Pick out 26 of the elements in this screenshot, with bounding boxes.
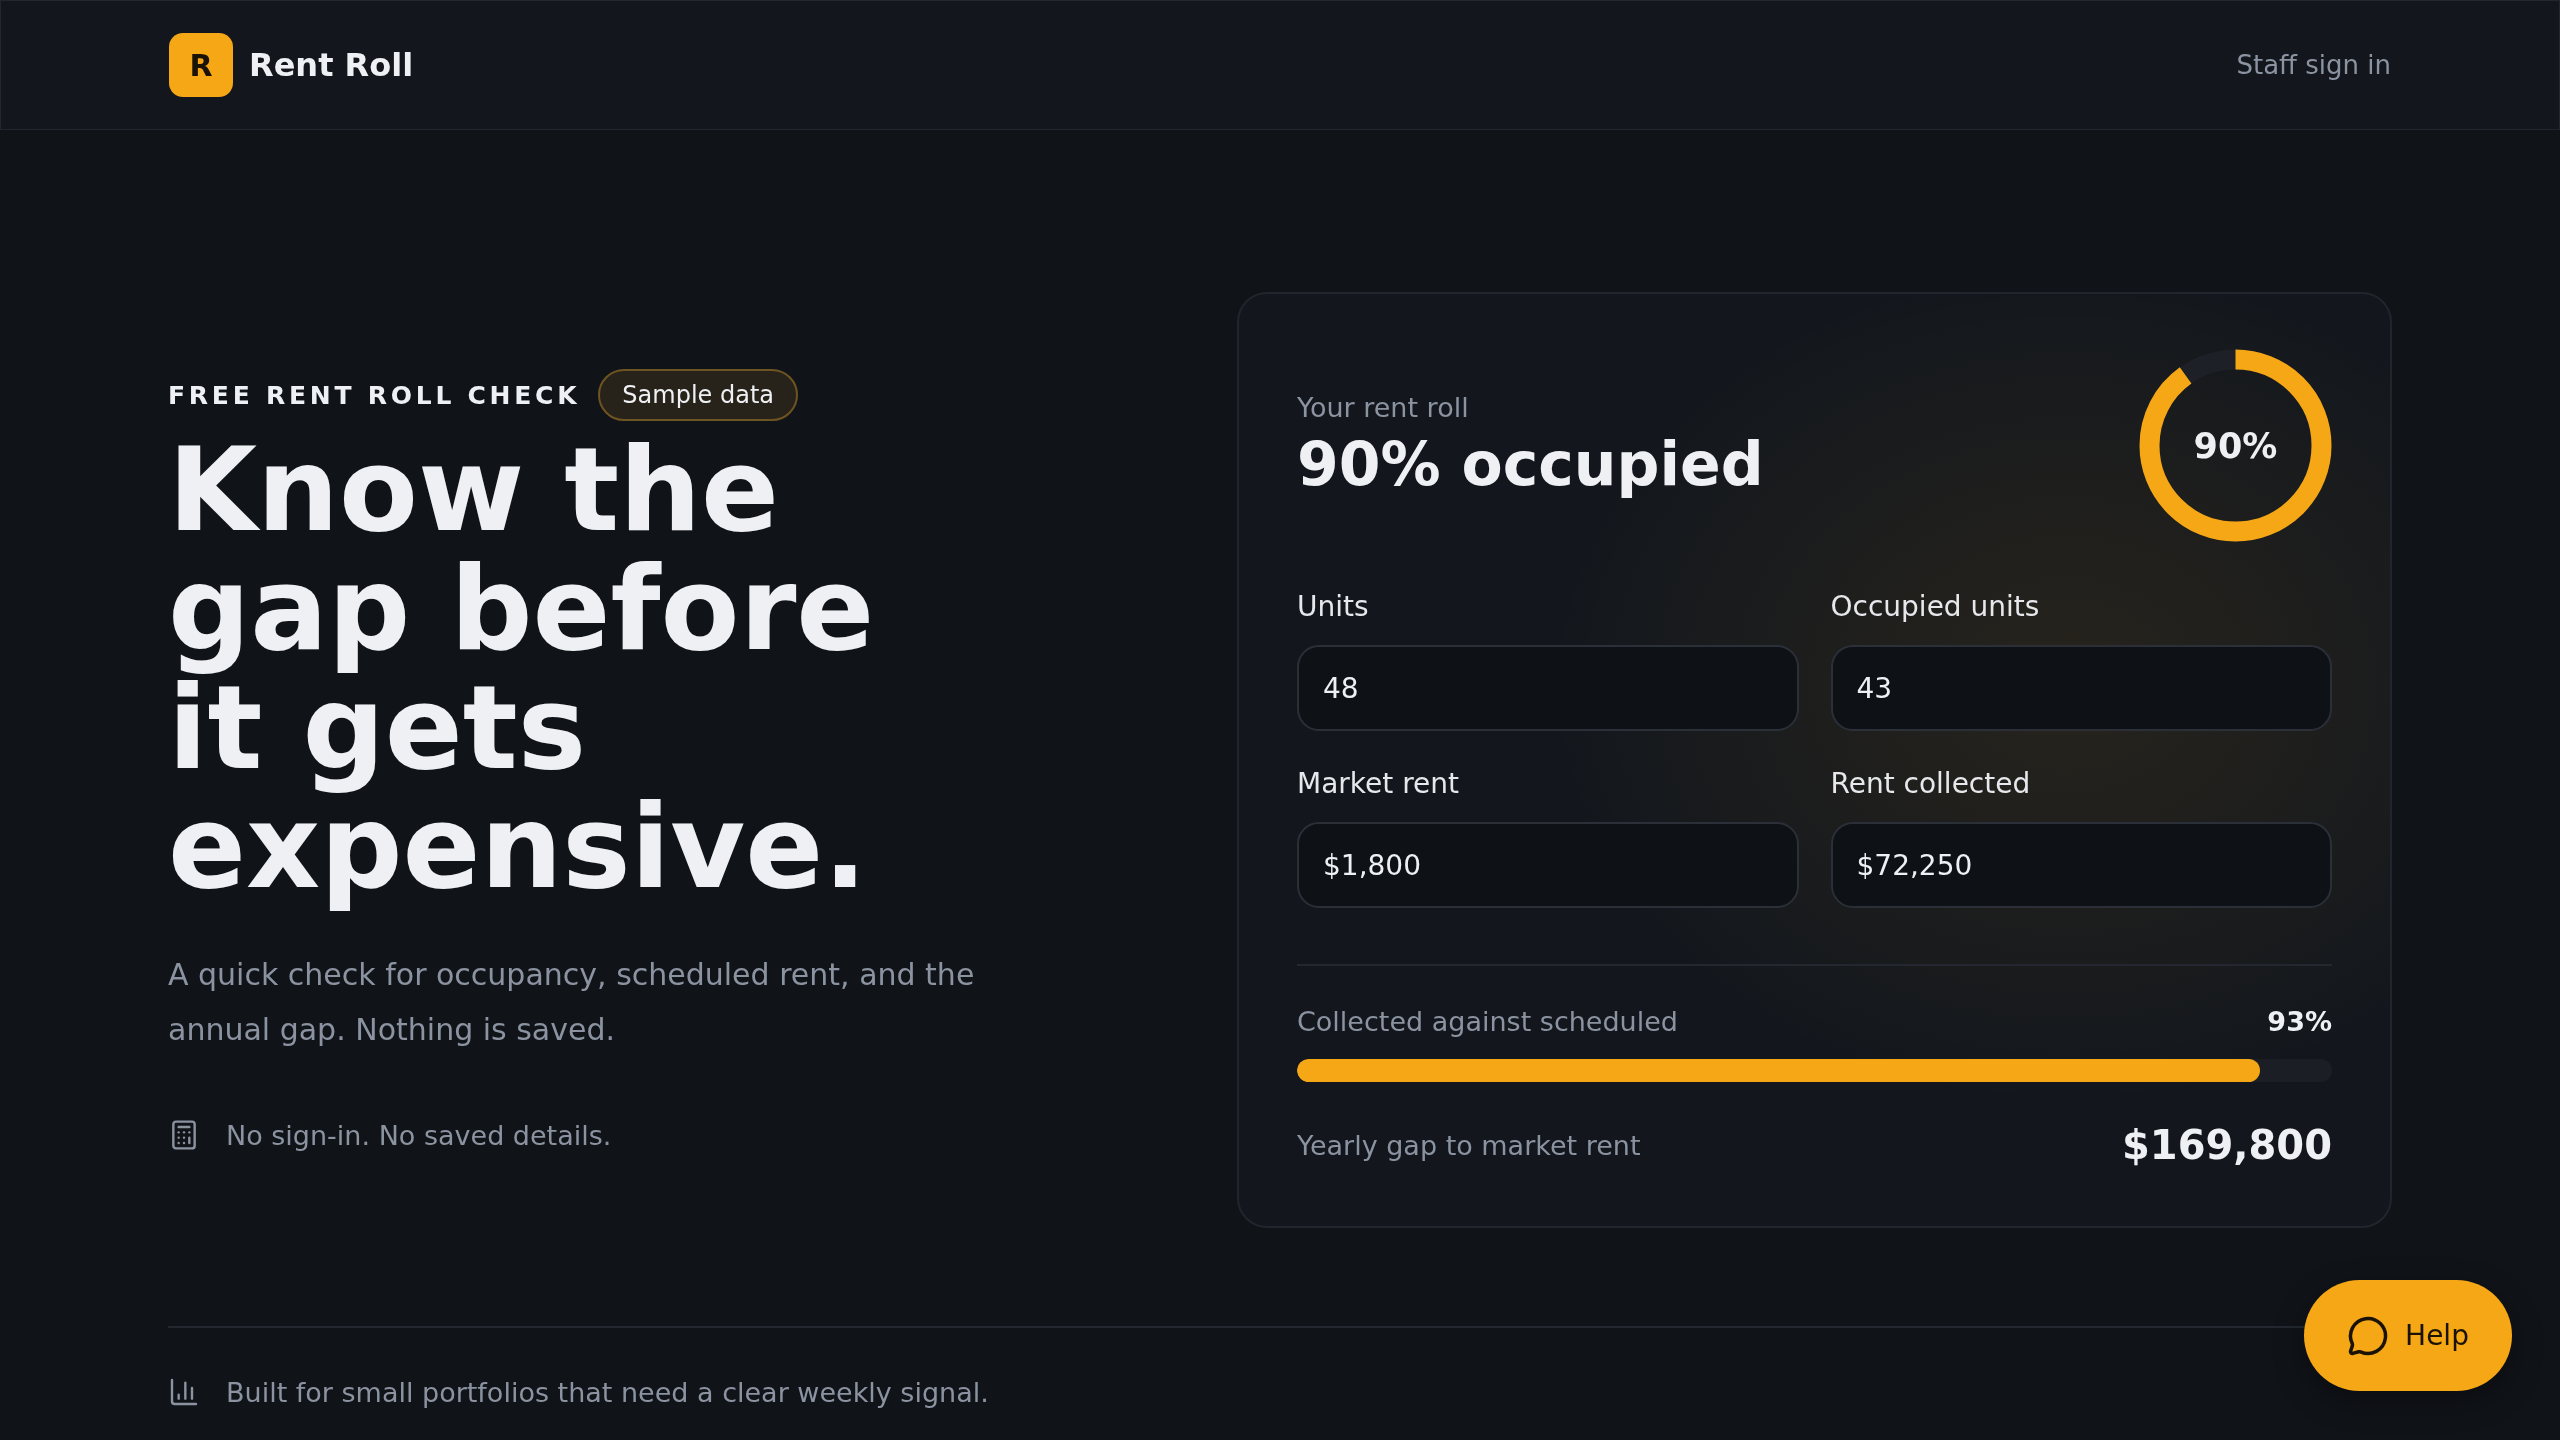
logo: R	[169, 33, 233, 97]
brand-name: Rent Roll	[249, 46, 414, 84]
gap-value: $169,800	[2121, 1122, 2332, 1168]
sample-data-tag: Sample data	[598, 369, 799, 421]
footer-note: Built for small portfolios that need a clear weekly signal.	[226, 1376, 989, 1408]
privacy-note: No sign-in. No saved details.	[226, 1119, 612, 1151]
progress-reading: 93%	[2267, 1006, 2332, 1037]
hero-subtitle: A quick check for occupancy, scheduled rent, and the annual gap. Nothing is saved.	[168, 956, 976, 1049]
input-field[interactable]: $72,250	[1830, 822, 2332, 908]
gap-label: Yearly gap to market rent	[1297, 1129, 1641, 1161]
field-label: Market rent	[1297, 767, 1460, 800]
progress-label: Collected against scheduled	[1297, 1006, 1678, 1037]
card-kicker: Your rent roll	[1297, 392, 1470, 423]
bar-chart-icon	[168, 1376, 200, 1408]
ring-percentage: 90%	[2193, 425, 2278, 466]
eyebrow-text: FREE RENT ROLL CHECK	[168, 380, 581, 410]
staff-sign-in-link[interactable]: Staff sign in	[2236, 50, 2391, 80]
input-field[interactable]: $1,800	[1297, 822, 1799, 908]
input-field[interactable]: 43	[1830, 645, 2332, 731]
help-button[interactable]: Help	[2304, 1280, 2512, 1391]
chat-bubble-icon	[2347, 1314, 2390, 1357]
occupancy-headline: 90% occupied	[1297, 429, 1764, 499]
field-label: Units	[1297, 590, 1370, 623]
input-field[interactable]: 48	[1297, 645, 1799, 731]
field-label: Occupied units	[1830, 590, 2041, 623]
field-label: Rent collected	[1830, 767, 2032, 800]
